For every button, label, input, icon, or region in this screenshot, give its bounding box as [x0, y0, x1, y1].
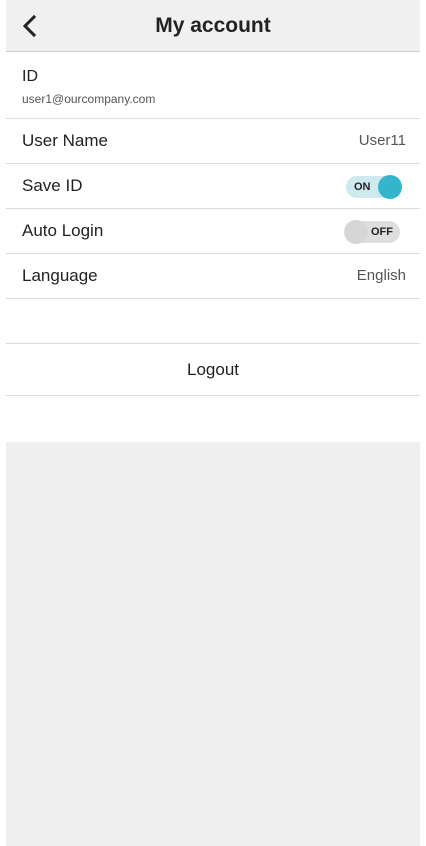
language-label: Language [22, 266, 98, 285]
auto-login-label: Auto Login [22, 221, 104, 240]
auto-login-toggle-knob [344, 220, 368, 244]
user-name-value: User11 [358, 132, 406, 149]
save-id-label: Save ID [22, 176, 83, 195]
auto-login-toggle[interactable]: OFF [344, 220, 400, 244]
account-settings-list: ID user1@ourcompany.com User Name User11… [6, 52, 420, 396]
section-spacer [6, 299, 420, 344]
save-id-toggle[interactable]: ON [346, 175, 402, 199]
auto-login-row: Auto Login OFF [6, 209, 420, 254]
back-button[interactable] [16, 12, 44, 40]
language-value: English [356, 267, 406, 284]
language-row[interactable]: Language English [6, 254, 420, 299]
id-value: user1@ourcompany.com [22, 92, 156, 106]
auto-login-toggle-state: OFF [371, 226, 393, 238]
empty-background-panel [6, 442, 420, 846]
app-header: My account [6, 0, 420, 52]
save-id-row: Save ID ON [6, 164, 420, 209]
page-title: My account [155, 14, 271, 37]
user-name-label: User Name [22, 131, 108, 150]
id-label: ID [22, 68, 38, 85]
save-id-toggle-state: ON [354, 181, 371, 193]
logout-button[interactable]: Logout [6, 344, 420, 396]
id-row: ID user1@ourcompany.com [6, 52, 420, 119]
user-name-row[interactable]: User Name User11 [6, 119, 420, 164]
save-id-toggle-knob [378, 175, 402, 199]
chevron-left-icon [22, 14, 37, 38]
logout-label: Logout [187, 360, 239, 379]
